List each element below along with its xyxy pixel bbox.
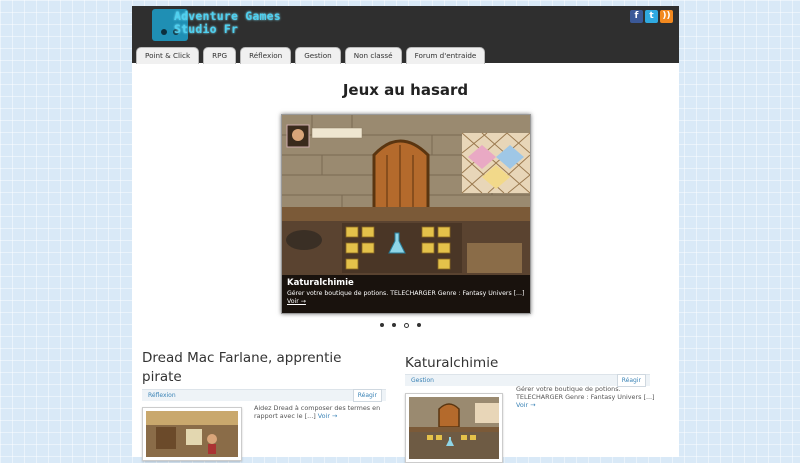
slider-dot-3-active[interactable] [404, 322, 409, 328]
logo-line-2: Studio Fr [174, 22, 239, 36]
page-container: Adventure Games Studio Fr f t )) Point &… [132, 6, 679, 463]
social-links: f t )) [630, 10, 673, 23]
post-excerpt: Aidez Dread à composer des termes en rap… [254, 404, 384, 420]
category-tabs: Point & Click RPG Réflexion Gestion Non … [136, 47, 486, 64]
facebook-icon[interactable]: f [630, 10, 643, 23]
post-meta-bar: Réflexion Réagir [142, 389, 386, 402]
tab-gestion[interactable]: Gestion [295, 47, 341, 64]
mascot-eye-icon [161, 29, 167, 35]
post-category-link[interactable]: Réflexion [148, 390, 176, 401]
slide-caption: Katuralchimie Gérer votre boutique de po… [282, 275, 530, 313]
slider-dot-4[interactable] [417, 323, 421, 327]
reply-button[interactable]: Réagir [352, 389, 382, 402]
slider-dot-1[interactable] [380, 323, 384, 327]
slider-dot-2[interactable] [392, 323, 396, 327]
rss-icon[interactable]: )) [660, 10, 673, 23]
slide-text: Gérer votre boutique de potions. TELECHA… [287, 290, 525, 297]
post-title[interactable]: Dread Mac Farlane, apprentie pirate [142, 349, 382, 387]
slider-pagination [380, 322, 421, 328]
post-thumbnail-image [409, 397, 499, 459]
tab-non-classe[interactable]: Non classé [344, 47, 402, 64]
site-logo[interactable]: Adventure Games Studio Fr [174, 10, 281, 36]
post-thumbnail-image [146, 411, 238, 457]
page-title: Jeux au hasard [342, 81, 469, 99]
tab-point-and-click[interactable]: Point & Click [136, 47, 200, 64]
featured-slider[interactable]: Katuralchimie Gérer votre boutique de po… [281, 114, 531, 314]
slide-read-more-link[interactable]: Voir → [287, 298, 306, 305]
twitter-icon[interactable]: t [645, 10, 658, 23]
slide-excerpt: Gérer votre boutique de potions. TELECHA… [287, 290, 525, 306]
tab-forum[interactable]: Forum d'entraide [405, 47, 486, 64]
read-more-link[interactable]: Voir → [516, 401, 536, 409]
post-thumbnail[interactable] [405, 393, 503, 463]
post-title[interactable]: Katuralchimie [405, 354, 655, 373]
post-category-link[interactable]: Gestion [411, 375, 434, 386]
tab-rpg[interactable]: RPG [203, 47, 237, 64]
post-excerpt: Gérer votre boutique de potions. TELECHA… [516, 385, 656, 409]
site-header: Adventure Games Studio Fr f t )) Point &… [132, 6, 679, 64]
post-thumbnail[interactable] [142, 407, 242, 461]
slide-title[interactable]: Katuralchimie [287, 278, 354, 288]
post-excerpt-text: Gérer votre boutique de potions. TELECHA… [516, 385, 655, 401]
tab-reflexion[interactable]: Réflexion [240, 47, 292, 64]
read-more-link[interactable]: Voir → [318, 412, 338, 420]
